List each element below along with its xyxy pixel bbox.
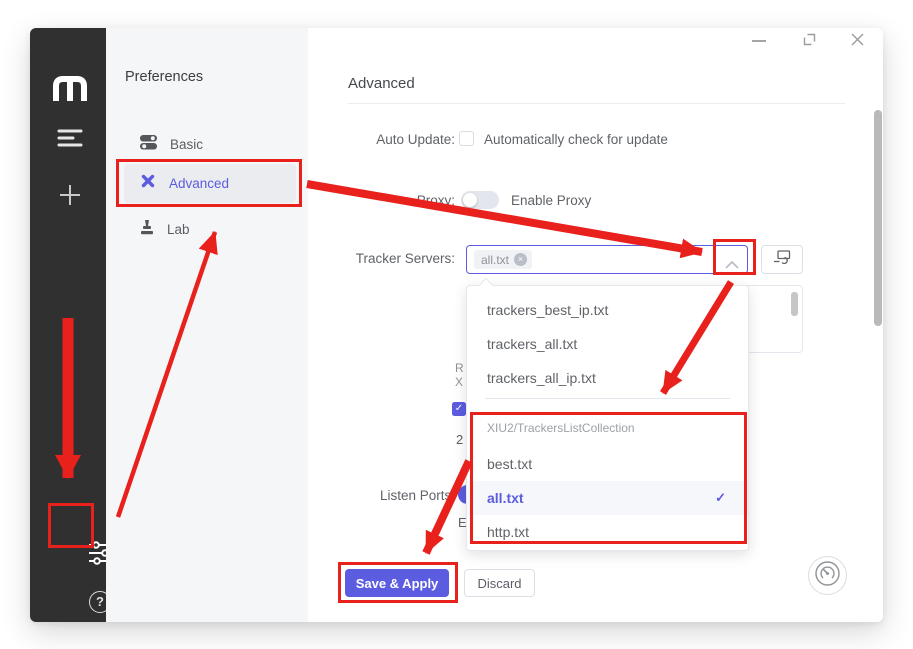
close-button[interactable] bbox=[846, 28, 868, 50]
page-title: Advanced bbox=[348, 75, 415, 92]
check-icon: ✓ bbox=[715, 490, 726, 505]
motrix-preferences-screen: ? Preferences Basic Advanced Lab Advance… bbox=[0, 0, 913, 649]
sidebar-item-lab[interactable]: Lab bbox=[124, 212, 296, 246]
tag-close-icon[interactable]: × bbox=[514, 253, 528, 266]
advanced-tools-icon bbox=[140, 173, 156, 194]
discard-button[interactable]: Discard bbox=[464, 569, 535, 597]
motrix-logo-icon bbox=[53, 75, 87, 106]
sync-icon bbox=[773, 250, 791, 269]
preferences-panel bbox=[106, 28, 308, 622]
lab-stamp-icon bbox=[140, 219, 154, 240]
textarea-scrollbar[interactable] bbox=[791, 292, 798, 316]
hidden-text-fragment-1: R bbox=[455, 361, 464, 375]
window-scrollbar[interactable] bbox=[874, 110, 882, 326]
option-label: trackers_all_ip.txt bbox=[487, 370, 596, 386]
speedometer-icon bbox=[814, 560, 841, 592]
speed-limit-button[interactable] bbox=[808, 556, 847, 595]
proxy-text: Enable Proxy bbox=[511, 193, 592, 208]
maximize-button[interactable] bbox=[798, 28, 820, 50]
selected-tag: all.txt × bbox=[474, 250, 533, 269]
sync-trackers-button[interactable] bbox=[761, 245, 803, 274]
proxy-toggle[interactable] bbox=[461, 191, 499, 209]
dropdown-divider bbox=[485, 398, 730, 399]
basic-toggles-icon bbox=[140, 134, 157, 155]
option-label: all.txt bbox=[487, 490, 524, 506]
dropdown-option-selected[interactable]: all.txt ✓ bbox=[467, 481, 748, 515]
option-label: best.txt bbox=[487, 456, 533, 472]
listen-ports-label: Listen Ports: bbox=[379, 488, 455, 503]
chevron-up-icon[interactable] bbox=[725, 256, 739, 274]
sidebar-item-basic-label: Basic bbox=[170, 136, 204, 152]
dropdown-option[interactable]: best.txt bbox=[467, 447, 748, 481]
auto-update-text: Automatically check for update bbox=[484, 132, 668, 147]
selected-tag-label: all.txt bbox=[481, 252, 510, 267]
sidebar-item-lab-label: Lab bbox=[167, 221, 190, 237]
dropdown-group-label: XIU2/TrackersListCollection bbox=[487, 421, 635, 435]
auto-update-label: Auto Update: bbox=[376, 132, 455, 147]
minimize-button[interactable] bbox=[748, 30, 770, 52]
hidden-checkbox-fragment[interactable]: ✓ bbox=[452, 402, 466, 416]
dropdown-option[interactable]: trackers_best_ip.txt bbox=[467, 293, 748, 327]
tracker-servers-select[interactable]: all.txt × bbox=[466, 245, 748, 274]
toggle-knob bbox=[463, 193, 477, 207]
preferences-title: Preferences bbox=[125, 69, 204, 85]
save-apply-button[interactable]: Save & Apply bbox=[345, 569, 449, 597]
task-list-icon[interactable] bbox=[57, 128, 83, 153]
dropdown-option[interactable]: http.txt bbox=[467, 515, 748, 549]
dropdown-option[interactable]: trackers_all_ip.txt bbox=[467, 361, 748, 395]
option-label: trackers_all.txt bbox=[487, 336, 578, 352]
tracker-servers-label: Tracker Servers: bbox=[355, 251, 455, 266]
hidden-text-fragment-2: X bbox=[455, 375, 464, 389]
sidebar-item-advanced[interactable]: Advanced bbox=[124, 164, 296, 203]
dropdown-option[interactable]: trackers_all.txt bbox=[467, 327, 748, 361]
sidebar-item-basic[interactable]: Basic bbox=[124, 127, 296, 161]
auto-update-checkbox[interactable] bbox=[459, 131, 474, 146]
add-task-icon[interactable] bbox=[59, 184, 81, 211]
app-sidebar: ? bbox=[30, 28, 113, 622]
hidden-text-fragment-3: 2 bbox=[456, 432, 464, 447]
title-divider bbox=[348, 103, 845, 104]
proxy-label: Proxy: bbox=[416, 193, 455, 208]
sidebar-item-advanced-label: Advanced bbox=[169, 176, 230, 191]
tracker-dropdown: trackers_best_ip.txt trackers_all.txt tr… bbox=[466, 277, 749, 551]
option-label: trackers_best_ip.txt bbox=[487, 302, 609, 318]
check-glyph: ✓ bbox=[454, 403, 464, 414]
option-label: http.txt bbox=[487, 524, 530, 540]
